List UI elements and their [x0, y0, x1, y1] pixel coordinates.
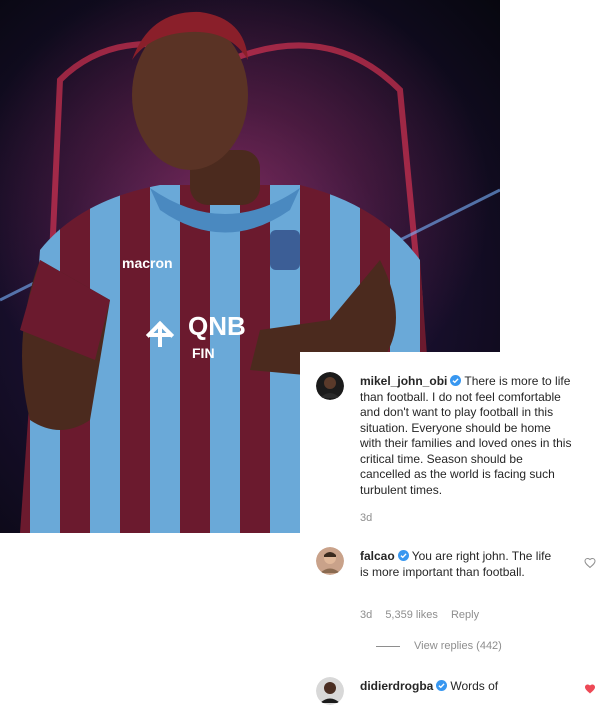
avatar[interactable] — [316, 372, 344, 400]
view-replies-label: View replies (442) — [414, 640, 502, 652]
reply-button[interactable]: Reply — [451, 609, 479, 621]
avatar[interactable] — [316, 677, 344, 705]
comment-time[interactable]: 3d — [360, 609, 372, 621]
comment-username[interactable]: mikel_john_obi — [360, 374, 447, 388]
sponsor-sub-text: FIN — [192, 345, 215, 361]
jersey-brand-text: macron — [122, 255, 173, 271]
verified-badge-icon — [436, 680, 448, 691]
like-heart-icon[interactable] — [584, 557, 596, 569]
comment-text: There is more to life than football. I d… — [360, 374, 572, 497]
verified-badge-icon — [450, 375, 462, 386]
comment-text: Words of — [450, 679, 499, 693]
replies-divider — [376, 645, 400, 647]
likes-count[interactable]: 5,359 likes — [385, 609, 438, 621]
sponsor-text: QNB — [188, 311, 246, 341]
view-replies-button[interactable]: View replies (442) — [376, 640, 502, 652]
avatar-image — [316, 372, 344, 400]
verified-badge-icon — [397, 550, 409, 561]
avatar-image — [316, 677, 344, 705]
avatar[interactable] — [316, 547, 344, 575]
liked-heart-icon[interactable] — [584, 683, 596, 695]
comment-time[interactable]: 3d — [360, 512, 372, 524]
avatar-image — [316, 547, 344, 575]
comment-meta: 3d 5,359 likes Reply — [360, 609, 489, 621]
comments-panel: mikel_john_obi There is more to life than… — [300, 352, 600, 705]
comment-username[interactable]: didierdrogba — [360, 679, 433, 693]
comment-meta: 3d — [360, 512, 382, 524]
comment-username[interactable]: falcao — [360, 549, 395, 563]
